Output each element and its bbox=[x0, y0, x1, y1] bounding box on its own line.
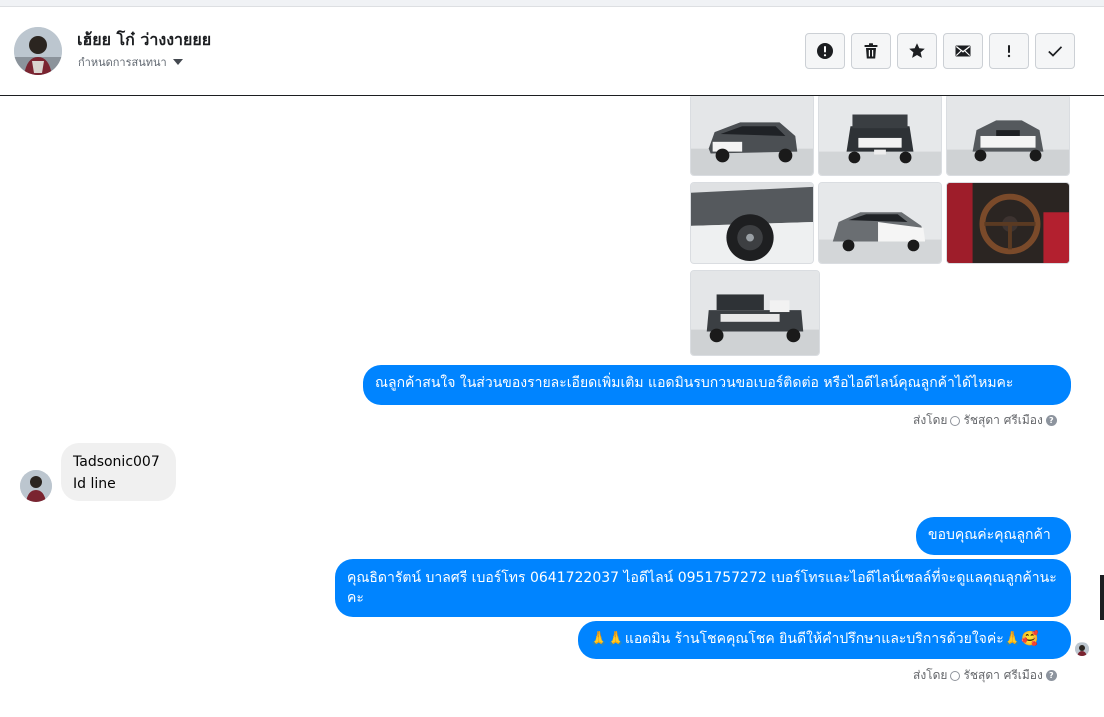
report-spam-button[interactable] bbox=[805, 33, 845, 69]
agent-status-icon bbox=[950, 670, 961, 681]
outgoing-message[interactable]: ณลูกค้าสนใจ ในส่วนของรายละเอียดเพิ่มเติม… bbox=[363, 365, 1071, 405]
car-photo-7[interactable] bbox=[690, 270, 820, 356]
incoming-message-line: Tadsonic007 bbox=[73, 454, 160, 470]
follow-up-button[interactable] bbox=[989, 33, 1029, 69]
mark-done-button[interactable] bbox=[1035, 33, 1075, 69]
conversation-header: เฮ้ยย โก๋ ว่างงายยย กำหนดการสนทนา bbox=[0, 7, 1104, 96]
outgoing-message[interactable]: ขอบคุณค่ะคุณลูกค้า bbox=[916, 517, 1071, 555]
exclamation-circle-icon bbox=[817, 43, 833, 59]
car-photo-1[interactable] bbox=[690, 96, 814, 176]
agent-status-icon bbox=[950, 415, 961, 426]
trash-icon bbox=[864, 43, 878, 59]
car-photo-2[interactable] bbox=[818, 96, 942, 176]
delete-button[interactable] bbox=[851, 33, 891, 69]
star-icon bbox=[909, 43, 925, 58]
exclamation-icon bbox=[1007, 45, 1011, 58]
car-photo-4[interactable] bbox=[690, 182, 814, 264]
outgoing-message[interactable]: 🙏🙏แอดมิน ร้านโชคคุณโชค ยินดีให้คำปรึกษาแ… bbox=[578, 621, 1071, 659]
envelope-icon bbox=[955, 45, 971, 57]
contact-name: เฮ้ยย โก๋ ว่างงายยย bbox=[77, 30, 212, 49]
sent-by-info: ส่งโดย รัชสุดา ศรีเมือง ? bbox=[913, 666, 1057, 685]
outgoing-message[interactable]: คุณธิดารัตน์ บาลศรี เบอร์โทร 0641722037 … bbox=[335, 559, 1071, 617]
sent-by-label: ส่งโดย bbox=[913, 668, 948, 682]
caret-down-icon bbox=[172, 59, 183, 65]
sent-by-info: ส่งโดย รัชสุดา ศรีเมือง ? bbox=[913, 411, 1057, 430]
incoming-message-line: Id line bbox=[73, 476, 116, 492]
assign-conversation-label: กำหนดการสนทนา bbox=[78, 56, 167, 69]
car-photo-5[interactable] bbox=[818, 182, 942, 264]
top-rule bbox=[0, 0, 1104, 7]
help-icon[interactable]: ? bbox=[1045, 415, 1057, 426]
car-photo-6-interior[interactable] bbox=[946, 182, 1070, 264]
star-button[interactable] bbox=[897, 33, 937, 69]
assign-conversation-dropdown[interactable]: กำหนดการสนทนา bbox=[78, 53, 183, 71]
mark-unread-button[interactable] bbox=[943, 33, 983, 69]
conversation-actions bbox=[805, 33, 1075, 69]
checkmark-icon bbox=[1048, 46, 1063, 57]
message-thread: ณลูกค้าสนใจ ในส่วนของรายละเอียดเพิ่มเติม… bbox=[0, 96, 1104, 717]
help-icon[interactable]: ? bbox=[1045, 670, 1057, 681]
incoming-message[interactable]: Tadsonic007 Id line bbox=[61, 443, 176, 501]
contact-avatar-small[interactable] bbox=[20, 470, 52, 502]
contact-avatar[interactable] bbox=[14, 27, 62, 75]
sent-by-agent[interactable]: รัชสุดา ศรีเมือง bbox=[963, 666, 1042, 685]
car-photo-3[interactable] bbox=[946, 96, 1070, 176]
sent-by-label: ส่งโดย bbox=[913, 413, 948, 427]
scrollbar-thumb[interactable] bbox=[1100, 575, 1104, 620]
sent-by-agent[interactable]: รัชสุดา ศรีเมือง bbox=[963, 411, 1042, 430]
seen-avatar bbox=[1075, 642, 1089, 656]
